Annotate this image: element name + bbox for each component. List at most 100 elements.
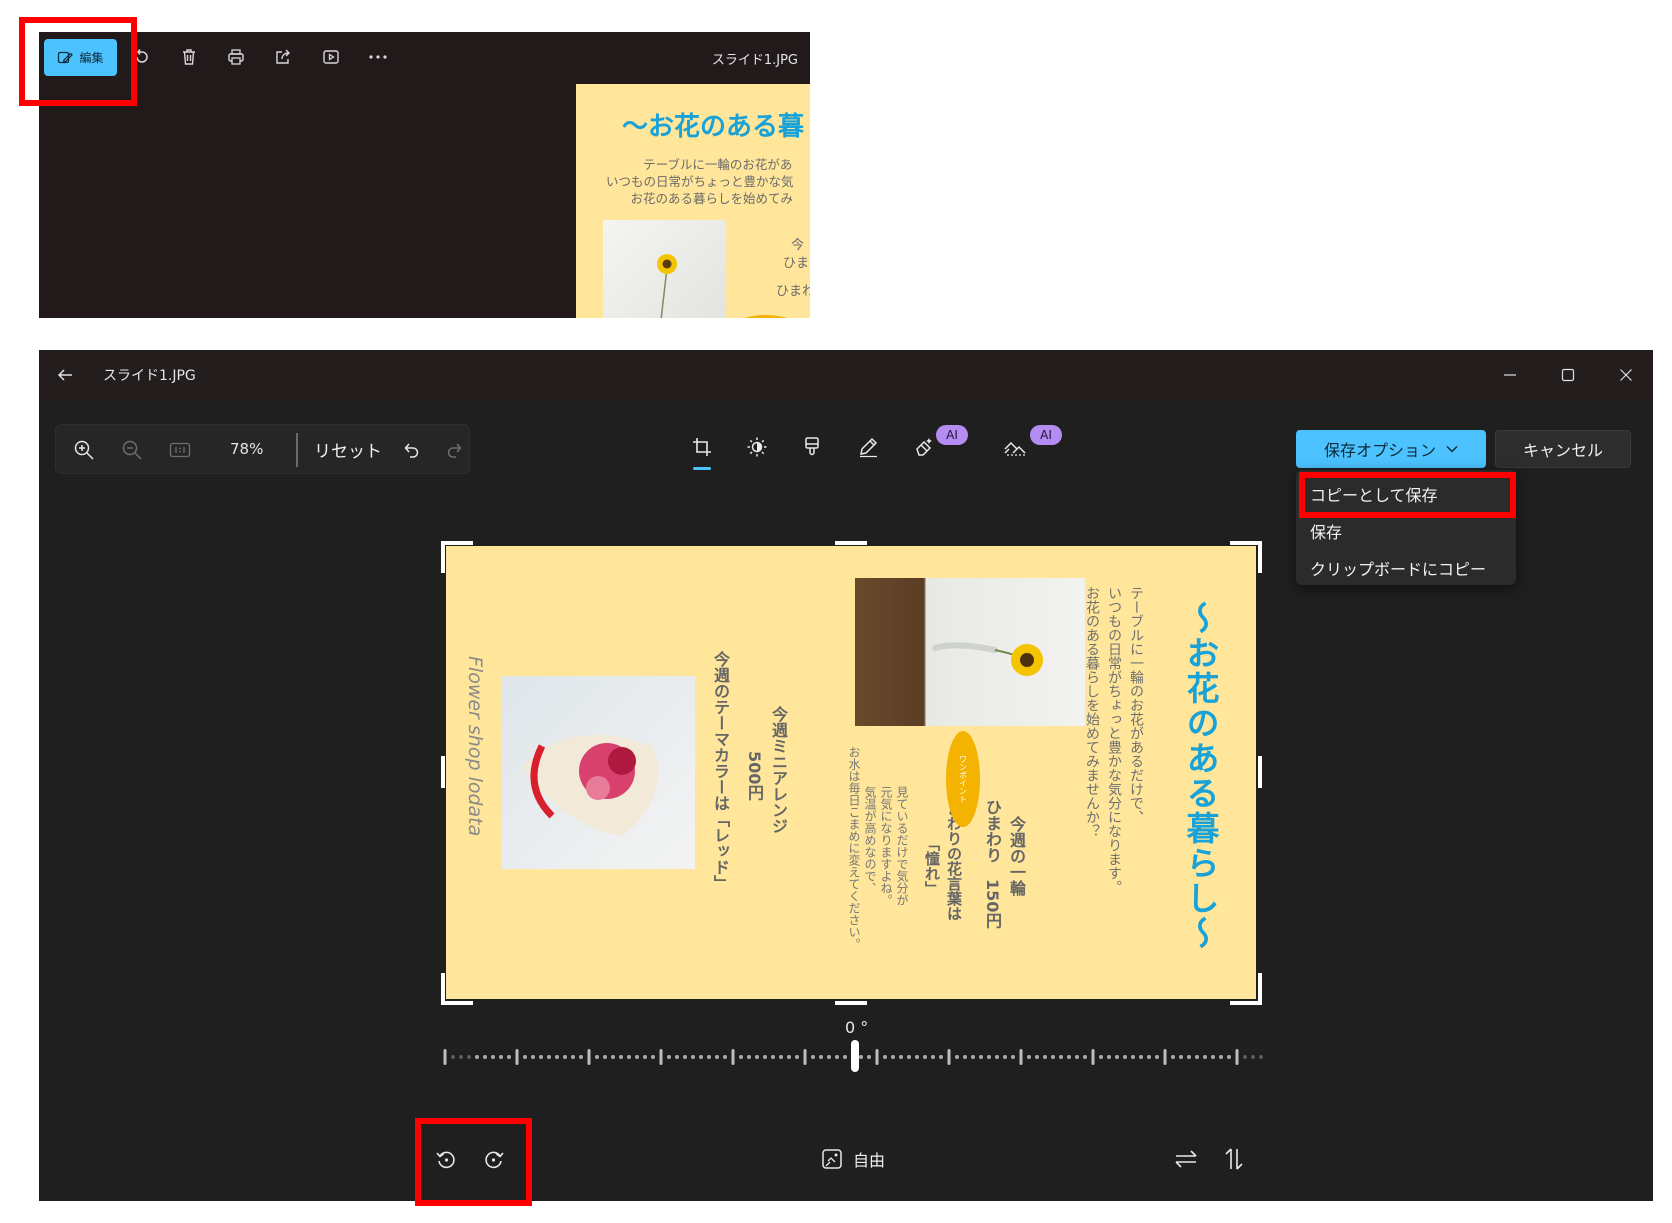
zoom-panel: 78% リセット [55, 424, 470, 474]
zoom-out-icon[interactable] [120, 438, 144, 462]
dial-major-tick [1019, 1049, 1023, 1065]
dial-minor-tick [987, 1055, 991, 1059]
reset-button[interactable]: リセット [314, 437, 382, 462]
dial-major-tick [1235, 1049, 1239, 1065]
crop-icon[interactable] [688, 433, 716, 461]
dial-minor-tick [1243, 1055, 1247, 1059]
cancel-button[interactable]: キャンセル [1495, 430, 1631, 468]
slide-intro-line: お花のある暮らしを始めてみませんか？ [1084, 586, 1100, 838]
close-icon[interactable] [1615, 364, 1637, 386]
dial-minor-tick [683, 1055, 687, 1059]
crop-handle-left[interactable] [441, 756, 445, 788]
dial-minor-tick [1083, 1055, 1087, 1059]
aspect-ratio-button[interactable]: 自由 [821, 1145, 885, 1173]
save-options-label: 保存オプション [1323, 441, 1436, 460]
dial-minor-tick [491, 1055, 495, 1059]
brightness-icon[interactable] [743, 433, 771, 461]
intro-line: テーブルに一輪のお花があ [643, 157, 793, 172]
rotation-angle: 0 ° [845, 1018, 869, 1037]
dial-minor-tick [843, 1055, 847, 1059]
dial-minor-tick [619, 1055, 623, 1059]
dial-minor-tick [499, 1055, 503, 1059]
dial-major-tick [1163, 1049, 1167, 1065]
menu-item-save-as-copy[interactable]: コピーとして保存 [1310, 482, 1438, 506]
onepoint-oval: ワンポイント [946, 731, 980, 827]
redo-icon[interactable] [443, 438, 467, 462]
dial-minor-tick [859, 1055, 863, 1059]
dial-minor-tick [467, 1055, 471, 1059]
filter-icon[interactable] [798, 433, 826, 461]
crop-handle-bottom[interactable] [835, 1001, 867, 1005]
flower-word-value: 「憧れ」 [923, 836, 941, 896]
flip-vertical-icon[interactable] [1220, 1145, 1248, 1173]
dial-minor-tick [1227, 1055, 1231, 1059]
maximize-icon[interactable] [1557, 364, 1579, 386]
sunflower-photo [855, 578, 1085, 726]
crop-handle-top-right[interactable] [1258, 541, 1262, 573]
dial-minor-tick [755, 1055, 759, 1059]
markup-icon[interactable] [854, 433, 882, 461]
print-icon[interactable] [225, 46, 247, 68]
dial-minor-tick [1059, 1055, 1063, 1059]
dial-minor-tick [955, 1055, 959, 1059]
dial-major-tick [731, 1049, 735, 1065]
rotate-right-icon[interactable] [480, 1145, 508, 1173]
slideshow-icon[interactable] [320, 46, 342, 68]
dial-minor-tick [1179, 1055, 1183, 1059]
rotate-left-icon[interactable] [432, 1145, 460, 1173]
delete-icon[interactable] [178, 46, 200, 68]
dial-minor-tick [1051, 1055, 1055, 1059]
crop-handle-bottom-left[interactable] [441, 973, 445, 1005]
ai-badge: AI [1030, 425, 1062, 445]
rotate-icon[interactable] [131, 46, 153, 68]
menu-item-copy-to-clipboard[interactable]: クリップボードにコピー [1310, 556, 1486, 580]
dial-minor-tick [611, 1055, 615, 1059]
crop-handle-top[interactable] [835, 541, 867, 545]
dial-minor-tick [795, 1055, 799, 1059]
slide-preview-title: 〜お花のある暮 [622, 112, 805, 142]
crop-handle-right[interactable] [1258, 756, 1262, 788]
erase-icon[interactable] [910, 433, 938, 461]
edit-button[interactable]: 編集 [44, 39, 117, 76]
dial-minor-tick [547, 1055, 551, 1059]
dial-minor-tick [1115, 1055, 1119, 1059]
dial-minor-tick [1003, 1055, 1007, 1059]
dial-minor-tick [635, 1055, 639, 1059]
title-bar: スライド1.JPG [39, 350, 1653, 400]
minimize-icon[interactable] [1499, 364, 1521, 386]
crop-handle-bottom-right[interactable] [1258, 973, 1262, 1005]
dial-minor-tick [1107, 1055, 1111, 1059]
mini-arrange-label: 今週ミニアレンジ [769, 706, 788, 834]
dial-minor-tick [691, 1055, 695, 1059]
save-options-button[interactable]: 保存オプション [1296, 430, 1486, 468]
weekly-flower-price: ひまわり 150円 [983, 799, 1002, 929]
dial-minor-tick [1123, 1055, 1127, 1059]
photo-editor-window: スライド1.JPG 78% リセット AI AI 保存オプション キャンセル コ… [39, 350, 1653, 1201]
note-line: お水は毎日こまめに変えてください。 [847, 746, 861, 950]
dial-minor-tick [571, 1055, 575, 1059]
slide-title: 〜お花のある暮らし〜 [1181, 601, 1220, 951]
crop-handle-top-left[interactable] [441, 541, 473, 545]
dial-minor-tick [1147, 1055, 1151, 1059]
rotation-dial-knob[interactable] [851, 1040, 859, 1072]
crop-handle-bottom-left[interactable] [441, 1001, 473, 1005]
theme-color-text: 今週のテーマカラーは「レッド」 [711, 651, 730, 891]
back-arrow-icon[interactable] [55, 365, 75, 385]
actual-size-icon[interactable] [168, 438, 192, 462]
background-icon[interactable] [1001, 433, 1029, 461]
viewer-slide-preview: 〜お花のある暮 テーブルに一輪のお花があ いつもの日常がちょっと豊かな気 お花の… [576, 84, 810, 318]
canvas-image[interactable]: 〜お花のある暮らし〜 テーブルに一輪のお花があるだけで、 いつもの日常がちょっと… [446, 546, 1256, 999]
flip-horizontal-icon[interactable] [1172, 1145, 1200, 1173]
undo-icon[interactable] [399, 438, 423, 462]
viewer-filename: スライド1.JPG [711, 53, 798, 68]
share-icon[interactable] [272, 46, 294, 68]
zoom-panel-divider [296, 433, 298, 467]
zoom-in-icon[interactable] [72, 438, 96, 462]
crop-handle-top-left[interactable] [441, 541, 445, 573]
slide-preview-intro: テーブルに一輪のお花があ いつもの日常がちょっと豊かな気 お花のある暮らしを始め… [606, 156, 794, 207]
dial-minor-tick [811, 1055, 815, 1059]
menu-item-save[interactable]: 保存 [1310, 519, 1342, 543]
dial-minor-tick [1011, 1055, 1015, 1059]
more-icon[interactable] [367, 46, 389, 68]
note-line: 気温が高めなので、 [863, 786, 877, 894]
